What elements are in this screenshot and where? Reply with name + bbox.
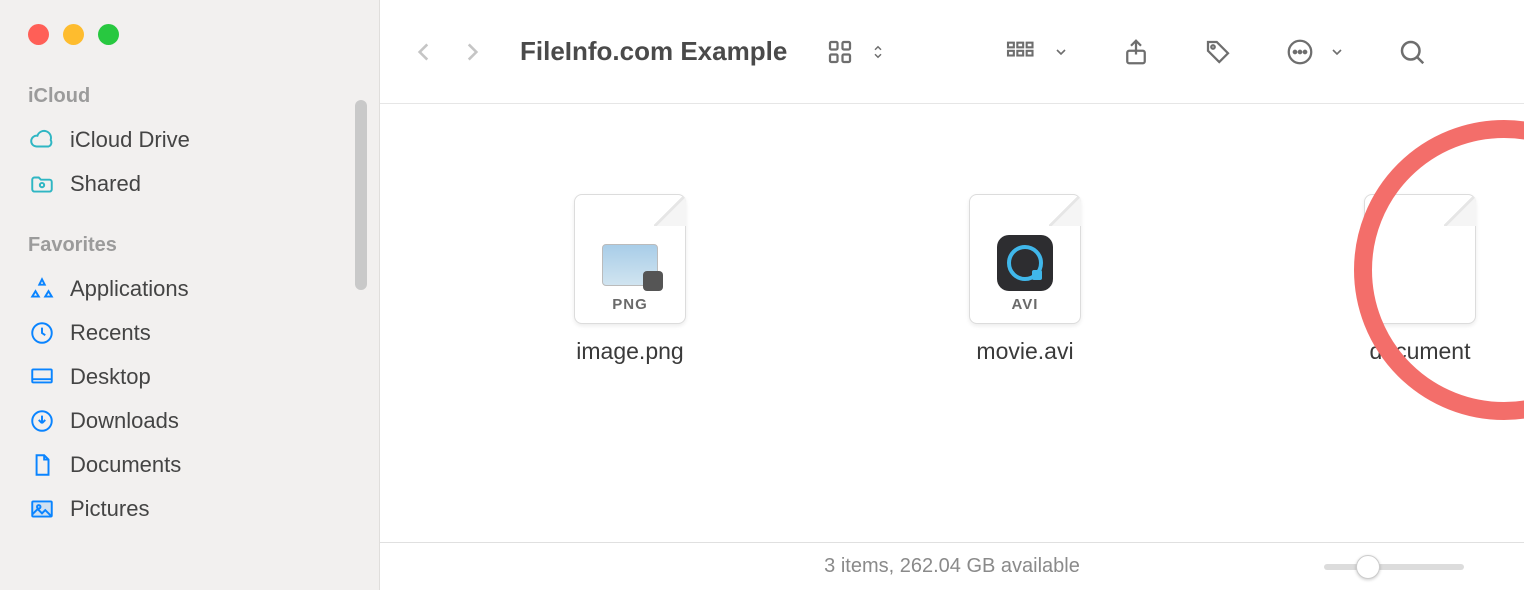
quicktime-icon [997, 235, 1053, 291]
share-button[interactable] [1115, 33, 1157, 71]
grid-view-icon [819, 33, 861, 71]
window-controls [0, 24, 379, 45]
clock-icon [28, 320, 56, 346]
sidebar-scrollbar[interactable] [355, 100, 367, 290]
sidebar-section-icloud: iCloud iCloud Drive Shared [0, 79, 379, 206]
file-item-movie[interactable]: AVI movie.avi [935, 194, 1115, 365]
section-header: iCloud [0, 79, 379, 118]
zoom-slider-knob[interactable] [1356, 555, 1380, 579]
section-header: Favorites [0, 228, 379, 267]
chevron-up-down-icon [863, 33, 893, 71]
file-label: image.png [576, 338, 683, 365]
more-icon [1279, 33, 1321, 71]
apps-icon [28, 276, 56, 302]
sidebar-item-icloud-drive[interactable]: iCloud Drive [0, 118, 379, 162]
sidebar-item-pictures[interactable]: Pictures [0, 487, 379, 531]
chevron-down-icon [1323, 40, 1351, 64]
file-icon [1364, 194, 1476, 324]
tags-button[interactable] [1197, 33, 1239, 71]
sidebar-item-label: Downloads [70, 408, 179, 434]
file-item-document[interactable]: document [1330, 194, 1510, 365]
png-preview-icon [602, 244, 658, 286]
file-item-image[interactable]: PNG image.png [540, 194, 720, 365]
sidebar-item-desktop[interactable]: Desktop [0, 355, 379, 399]
document-icon [28, 452, 56, 478]
sidebar-item-shared[interactable]: Shared [0, 162, 379, 206]
forward-button[interactable] [452, 39, 492, 65]
file-label: document [1369, 338, 1470, 365]
sidebar-item-downloads[interactable]: Downloads [0, 399, 379, 443]
cloud-icon [28, 127, 56, 153]
group-by-button[interactable] [999, 34, 1075, 70]
file-type-badge: PNG [612, 296, 648, 313]
search-button[interactable] [1391, 33, 1433, 71]
file-type-badge: AVI [1012, 296, 1039, 313]
status-bar: 3 items, 262.04 GB available [380, 542, 1524, 590]
zoom-slider[interactable] [1324, 564, 1464, 570]
folder-title: FileInfo.com Example [520, 36, 787, 67]
file-label: movie.avi [976, 338, 1073, 365]
sidebar-item-label: Documents [70, 452, 181, 478]
main-pane: FileInfo.com Example [380, 0, 1524, 590]
toolbar: FileInfo.com Example [380, 0, 1524, 104]
view-mode-picker[interactable] [819, 33, 893, 71]
sidebar-item-label: Pictures [70, 496, 149, 522]
close-button[interactable] [28, 24, 49, 45]
chevron-down-icon [1047, 40, 1075, 64]
maximize-button[interactable] [98, 24, 119, 45]
file-view[interactable]: PNG image.png AVI movie.avi document [380, 104, 1524, 542]
minimize-button[interactable] [63, 24, 84, 45]
back-button[interactable] [404, 39, 444, 65]
sidebar-item-label: Desktop [70, 364, 151, 390]
sidebar-item-applications[interactable]: Applications [0, 267, 379, 311]
sidebar-section-favorites: Favorites Applications Recents Desktop [0, 228, 379, 531]
sidebar-item-documents[interactable]: Documents [0, 443, 379, 487]
sidebar: iCloud iCloud Drive Shared Favorites [0, 0, 380, 590]
shared-folder-icon [28, 171, 56, 197]
sidebar-item-recents[interactable]: Recents [0, 311, 379, 355]
sidebar-item-label: iCloud Drive [70, 127, 190, 153]
pictures-icon [28, 496, 56, 522]
sidebar-item-label: Shared [70, 171, 141, 197]
sidebar-item-label: Applications [70, 276, 189, 302]
download-icon [28, 408, 56, 434]
sidebar-item-label: Recents [70, 320, 151, 346]
file-icon: PNG [574, 194, 686, 324]
status-text: 3 items, 262.04 GB available [824, 555, 1080, 578]
desktop-icon [28, 364, 56, 390]
file-icon: AVI [969, 194, 1081, 324]
group-icon [999, 34, 1045, 70]
action-menu-button[interactable] [1279, 33, 1351, 71]
